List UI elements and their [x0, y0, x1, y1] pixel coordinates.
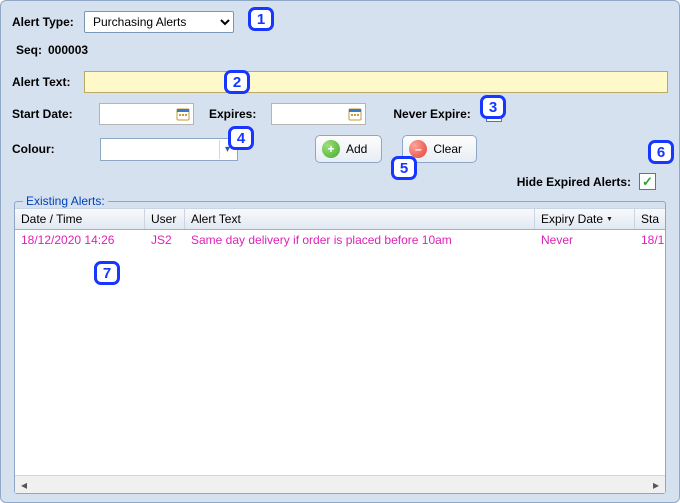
colour-label: Colour:: [12, 142, 84, 156]
cell-start: 18/1: [635, 230, 665, 250]
badge-5: 5: [391, 156, 417, 180]
alert-type-label: Alert Type:: [12, 15, 84, 29]
cell-datetime: 18/12/2020 14:26: [15, 230, 145, 250]
seq-row: Seq: 000003: [16, 43, 668, 57]
badge-4: 4: [228, 126, 254, 150]
badge-6: 6: [648, 140, 674, 164]
add-button-label: Add: [346, 142, 367, 156]
col-start[interactable]: Sta: [635, 209, 665, 229]
seq-label: Seq:: [16, 43, 48, 57]
calendar-icon[interactable]: [175, 106, 191, 122]
cell-alerttext: Same day delivery if order is placed bef…: [185, 230, 535, 250]
hide-expired-label: Hide Expired Alerts:: [517, 175, 631, 189]
add-button[interactable]: + Add: [315, 135, 382, 163]
existing-alerts-legend: Existing Alerts:: [23, 194, 108, 208]
cell-user: JS2: [145, 230, 185, 250]
hide-expired-checkbox[interactable]: ✓: [639, 173, 656, 190]
colour-row: Colour: ▾ + Add – Clear: [12, 135, 668, 163]
dates-row: Start Date: Expires: Never Expire:: [12, 103, 668, 125]
plus-icon: +: [322, 140, 340, 158]
cell-expiry: Never: [535, 230, 635, 250]
col-expiry-label: Expiry Date: [541, 212, 603, 226]
expires-date-input[interactable]: [272, 107, 347, 121]
col-expiry[interactable]: Expiry Date ▼: [535, 209, 635, 229]
horizontal-scrollbar[interactable]: ◂ ▸: [15, 475, 665, 493]
never-expire-label: Never Expire:: [393, 107, 470, 121]
start-date-input[interactable]: [100, 107, 175, 121]
sort-desc-icon: ▼: [606, 216, 613, 223]
col-user[interactable]: User: [145, 209, 185, 229]
alert-text-input[interactable]: [84, 71, 668, 93]
grid-header: Date / Time User Alert Text Expiry Date …: [15, 208, 665, 230]
colour-select[interactable]: ▾: [100, 138, 238, 161]
seq-value: 000003: [48, 43, 88, 57]
hide-expired-row: Hide Expired Alerts: ✓: [12, 173, 656, 190]
expires-date-field[interactable]: [271, 103, 366, 125]
badge-3: 3: [480, 95, 506, 119]
calendar-icon[interactable]: [347, 106, 363, 122]
scroll-right-icon[interactable]: ▸: [647, 478, 665, 492]
col-datetime[interactable]: Date / Time: [15, 209, 145, 229]
col-alert-text[interactable]: Alert Text: [185, 209, 535, 229]
alert-text-label: Alert Text:: [12, 75, 84, 89]
existing-alerts-group: Existing Alerts: Date / Time User Alert …: [14, 194, 666, 494]
alerts-panel: 1 2 3 4 5 6 7 Alert Type: Purchasing Ale…: [0, 0, 680, 503]
start-date-label: Start Date:: [12, 107, 84, 121]
expires-label: Expires:: [209, 107, 256, 121]
clear-button-label: Clear: [433, 142, 462, 156]
start-date-field[interactable]: [99, 103, 194, 125]
badge-2: 2: [224, 70, 250, 94]
table-row[interactable]: 18/12/2020 14:26 JS2 Same day delivery i…: [15, 230, 665, 250]
alert-type-row: Alert Type: Purchasing Alerts: [12, 11, 668, 33]
alert-text-row: Alert Text:: [12, 71, 668, 93]
badge-1: 1: [248, 7, 274, 31]
alert-type-select[interactable]: Purchasing Alerts: [84, 11, 234, 33]
badge-7: 7: [94, 261, 120, 285]
scroll-left-icon[interactable]: ◂: [15, 478, 33, 492]
